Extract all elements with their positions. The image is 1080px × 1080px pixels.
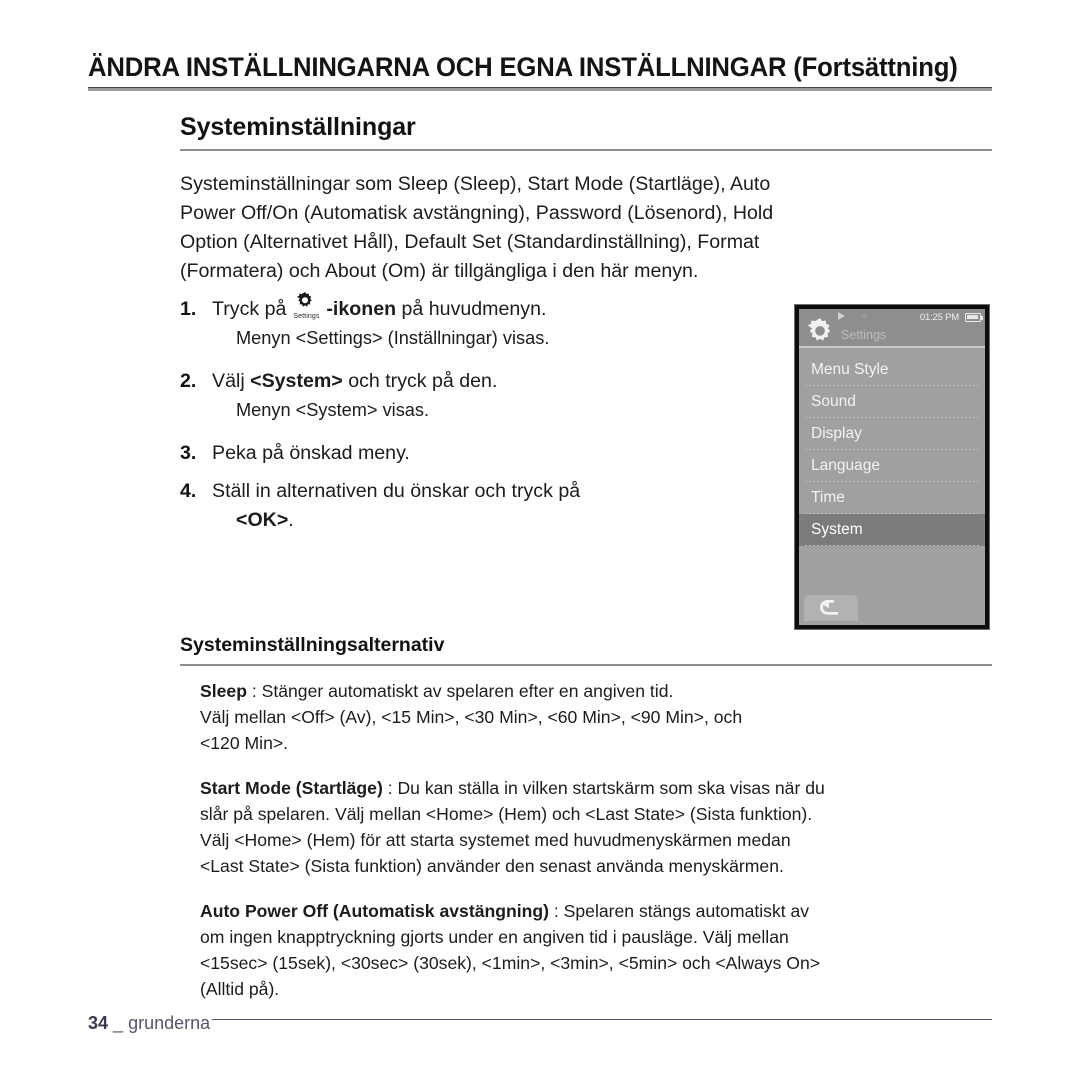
device-menu-item-menu-style[interactable]: Menu Style bbox=[799, 354, 985, 386]
device-menu-label: Display bbox=[811, 425, 862, 442]
option-auto-power-off-line-4: (Alltid på). bbox=[200, 979, 280, 999]
option-sleep: Sleep : Stänger automatiskt av spelaren … bbox=[200, 678, 1000, 756]
step-4-text-before: Ställ in alternativen du önskar och tryc… bbox=[212, 480, 581, 502]
step-1-text-before: Tryck på bbox=[212, 298, 287, 320]
device-screen: ✶ 01:25 PM Settings Menu Style Sound Dis… bbox=[799, 309, 985, 625]
subsection-heading-rule bbox=[180, 664, 992, 666]
step-4-ok-label: <OK>. bbox=[236, 506, 780, 534]
device-clock: 01:25 PM bbox=[919, 312, 959, 323]
device-screenshot: ✶ 01:25 PM Settings Menu Style Sound Dis… bbox=[794, 304, 990, 630]
device-menu-item-system[interactable]: System bbox=[799, 514, 985, 546]
step-4-number: 4. bbox=[180, 480, 197, 502]
chapter-title-block: ÄNDRA INSTÄLLNINGARNA OCH EGNA INSTÄLLNI… bbox=[88, 52, 992, 92]
option-sleep-term: Sleep bbox=[200, 681, 247, 701]
option-auto-power-off-line-1: : Spelaren stängs automatiskt av bbox=[548, 901, 810, 921]
subsection-heading-block: Systeminställningsalternativ bbox=[180, 634, 992, 666]
device-menu-item-time[interactable]: Time bbox=[799, 482, 985, 514]
device-menu-item-display[interactable]: Display bbox=[799, 418, 985, 450]
intro-line-4: (Formatera) och About (Om) är tillgängli… bbox=[180, 260, 699, 282]
device-title-bar: Settings bbox=[799, 318, 985, 348]
intro-line-1: Systeminställningar som Sleep (Sleep), S… bbox=[180, 173, 771, 195]
step-2-text-after: och tryck på den. bbox=[348, 370, 498, 392]
option-start-mode-line-2: slår på spelaren. Välj mellan <Home> (He… bbox=[200, 804, 813, 824]
page-title: Systeminställningar bbox=[180, 113, 416, 141]
device-screen-title: Settings bbox=[841, 328, 887, 342]
step-3-number: 3. bbox=[180, 442, 197, 464]
option-auto-power-off: Auto Power Off (Automatisk avstängning) … bbox=[200, 898, 1000, 1002]
footer-label: 34 _ grunderna bbox=[88, 1010, 210, 1036]
footer-dash: _ bbox=[113, 1013, 124, 1033]
step-1: 1. Tryck på Settings -ikonen på huvudmenyn… bbox=[180, 292, 780, 352]
footer-section-name: grunderna bbox=[128, 1013, 211, 1033]
intro-line-2: Power Off/On (Automatisk avstängning), P… bbox=[180, 202, 774, 224]
menu-separator bbox=[805, 545, 979, 546]
option-start-mode-line-1: : Du kan ställa in vilken startskärm som… bbox=[382, 778, 825, 798]
option-start-mode-line-3: Välj <Home> (Hem) för att starta systeme… bbox=[200, 830, 791, 850]
device-menu-label: Language bbox=[811, 457, 880, 474]
step-2-text-before: Välj bbox=[212, 370, 245, 392]
device-menu-label: Time bbox=[811, 489, 845, 506]
option-auto-power-off-line-2: om ingen knapptryckning gjorts under en … bbox=[200, 927, 789, 947]
subsection-heading: Systeminställningsalternativ bbox=[180, 634, 445, 656]
bluetooth-icon: ✶ bbox=[860, 311, 869, 322]
option-start-mode-line-4: <Last State> (Sista funktion) använder d… bbox=[200, 856, 784, 876]
option-start-mode-term: Start Mode (Startläge) bbox=[200, 778, 383, 798]
step-4-text-bold: <OK> bbox=[236, 509, 289, 531]
chapter-title: ÄNDRA INSTÄLLNINGARNA OCH EGNA INSTÄLLNI… bbox=[88, 52, 958, 82]
device-menu-label: System bbox=[811, 521, 863, 538]
device-bottom-line bbox=[799, 623, 985, 625]
option-auto-power-off-term: Auto Power Off (Automatisk avstängning) bbox=[200, 901, 549, 921]
device-menu-label: Sound bbox=[811, 393, 856, 410]
intro-line-3: Option (Alternativet Håll), Default Set … bbox=[180, 231, 760, 253]
step-4: 4. Ställ in alternativen du önskar och t… bbox=[180, 476, 780, 534]
option-sleep-line-1: : Stänger automatiskt av spelaren efter … bbox=[246, 681, 674, 701]
steps-list: 1. Tryck på Settings -ikonen på huvudmenyn… bbox=[180, 292, 780, 534]
play-icon bbox=[838, 312, 845, 320]
device-menu-label: Menu Style bbox=[811, 361, 889, 378]
step-1-number: 1. bbox=[180, 298, 197, 320]
step-1-text: Tryck på Settings -ikonen på huvudmenyn. bbox=[212, 292, 547, 324]
section-heading-rule bbox=[180, 149, 992, 152]
battery-full-icon bbox=[965, 313, 983, 322]
step-1-text-bold: -ikonen bbox=[326, 298, 397, 320]
footer-rule bbox=[212, 1019, 992, 1020]
step-2: 2. Välj <System> och tryck på den. Menyn… bbox=[180, 366, 780, 424]
option-start-mode: Start Mode (Startläge) : Du kan ställa i… bbox=[200, 775, 1000, 879]
step-3: 3. Peka på önskad meny. bbox=[180, 438, 780, 468]
device-menu-item-sound[interactable]: Sound bbox=[799, 386, 985, 418]
gear-icon: Settings bbox=[286, 292, 326, 320]
device-menu-list: Menu Style Sound Display Language Time S… bbox=[799, 348, 985, 546]
back-arrow-icon[interactable] bbox=[804, 595, 858, 621]
step-1-text-after: på huvudmenyn. bbox=[401, 298, 547, 320]
step-4-text: Ställ in alternativen du önskar och tryc… bbox=[212, 476, 580, 506]
intro-paragraph: Systeminställningar som Sleep (Sleep), S… bbox=[180, 170, 970, 286]
step-2-text-bold: <System> bbox=[250, 370, 343, 392]
step-3-text: Peka på önskad meny. bbox=[212, 442, 410, 464]
chapter-title-rule bbox=[88, 87, 992, 92]
step-2-text: Välj <System> och tryck på den. bbox=[212, 366, 497, 396]
option-auto-power-off-line-3: <15sec> (15sek), <30sec> (30sek), <1min>… bbox=[200, 953, 821, 973]
step-4-text-after: . bbox=[288, 509, 294, 531]
step-2-subtext: Menyn <System> visas. bbox=[236, 400, 430, 420]
section-heading-block: Systeminställningar bbox=[180, 112, 992, 152]
page-number: 34 bbox=[88, 1013, 109, 1033]
option-sleep-line-2: Välj mellan <Off> (Av), <15 Min>, <30 Mi… bbox=[200, 707, 743, 727]
option-sleep-line-3: <120 Min>. bbox=[200, 733, 289, 753]
gear-icon-caption: Settings bbox=[293, 313, 320, 320]
step-2-number: 2. bbox=[180, 370, 197, 392]
page-footer: 34 _ grunderna bbox=[88, 1010, 992, 1040]
manual-page: ÄNDRA INSTÄLLNINGARNA OCH EGNA INSTÄLLNI… bbox=[0, 0, 1080, 1080]
device-menu-item-language[interactable]: Language bbox=[799, 450, 985, 482]
step-1-subtext: Menyn <Settings> (Inställningar) visas. bbox=[236, 328, 550, 348]
options-list: Sleep : Stänger automatiskt av spelaren … bbox=[200, 678, 1000, 1021]
